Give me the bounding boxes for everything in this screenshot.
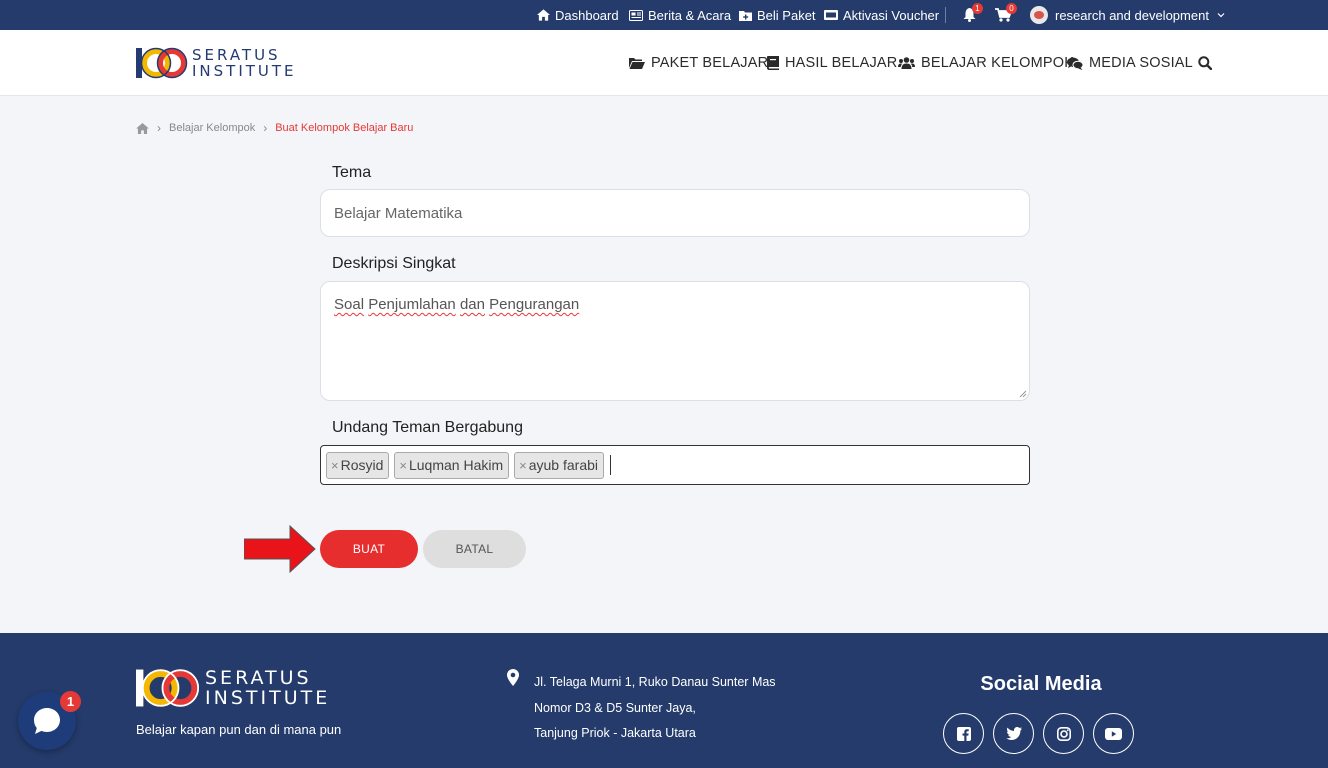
deskripsi-word: Pengurangan bbox=[489, 296, 580, 313]
home-icon bbox=[537, 9, 550, 21]
home-icon[interactable] bbox=[136, 122, 149, 134]
brand-wordmark: SERATUS INSTITUTE bbox=[192, 45, 297, 80]
user-name: research and development bbox=[1055, 7, 1209, 23]
footer-brand-line2: INSTITUTE bbox=[205, 686, 331, 709]
deskripsi-word: Soal bbox=[334, 296, 365, 313]
footer-address-line: Jl. Telaga Murni 1, Ruko Danau Sunter Ma… bbox=[534, 675, 776, 689]
topbar-dashboard-link[interactable]: Dashboard bbox=[537, 0, 619, 30]
text-caret bbox=[610, 455, 612, 475]
topbar-divider bbox=[945, 7, 946, 23]
undang-label: Undang Teman Bergabung bbox=[332, 419, 523, 436]
book-icon bbox=[767, 56, 779, 70]
brand-line2: INSTITUTE bbox=[192, 61, 297, 80]
footer-address-line: Nomor D3 & D5 Sunter Jaya, bbox=[534, 701, 696, 715]
breadcrumb-separator: › bbox=[263, 121, 268, 135]
nav-paket-belajar[interactable]: PAKET BELAJAR bbox=[629, 30, 768, 96]
topbar-dashboard-label: Dashboard bbox=[555, 7, 619, 23]
footer: SERATUS INSTITUTE Belajar kapan pun dan … bbox=[0, 633, 1328, 768]
deskripsi-word: dan bbox=[459, 296, 485, 313]
footer-brand-wordmark: SERATUS INSTITUTE bbox=[205, 666, 331, 709]
brand-line1: SERATUS bbox=[192, 45, 281, 64]
topbar-beli-paket-link[interactable]: Beli Paket bbox=[739, 0, 816, 30]
invite-tag-label: ayub farabi bbox=[528, 457, 599, 473]
top-bar: Dashboard Berita & Acara Beli Paket Akti… bbox=[0, 0, 1328, 30]
folder-plus-icon bbox=[739, 10, 752, 21]
facebook-icon bbox=[956, 726, 971, 741]
invite-tag: × ayub farabi bbox=[514, 451, 605, 479]
red-arrow-annotation-icon bbox=[244, 525, 316, 573]
folder-open-icon bbox=[629, 58, 645, 69]
breadcrumb: › Belajar Kelompok › Buat Kelompok Belaj… bbox=[136, 120, 413, 136]
social-media-title: Social Media bbox=[980, 673, 1102, 695]
invite-tag: × Luqman Hakim bbox=[394, 451, 510, 479]
youtube-link[interactable] bbox=[1093, 713, 1134, 754]
invite-friends-select[interactable]: × Rosyid × Luqman Hakim × ayub farabi bbox=[320, 445, 1030, 485]
youtube-icon bbox=[1105, 727, 1122, 740]
chat-bubble-icon bbox=[34, 708, 60, 734]
nav-media-label: MEDIA SOSIAL bbox=[1089, 55, 1193, 71]
bell-icon-wrap: 1 bbox=[963, 3, 983, 22]
tema-input[interactable] bbox=[320, 189, 1030, 237]
search-icon bbox=[1198, 56, 1212, 70]
topbar-aktivasi-link[interactable]: Aktivasi Voucher bbox=[824, 0, 939, 30]
twitter-icon bbox=[1005, 727, 1022, 740]
ticket-icon bbox=[824, 10, 838, 20]
invite-tag-label: Rosyid bbox=[340, 457, 384, 473]
breadcrumb-item-current: Buat Kelompok Belajar Baru bbox=[275, 122, 414, 134]
comments-icon bbox=[1067, 57, 1083, 70]
remove-tag-icon[interactable]: × bbox=[399, 458, 407, 473]
users-icon bbox=[898, 57, 915, 69]
topbar-aktivasi-label: Aktivasi Voucher bbox=[843, 7, 940, 23]
topbar-berita-link[interactable]: Berita & Acara bbox=[629, 0, 731, 30]
nav-kelompok-label: BELAJAR KELOMPOK bbox=[921, 55, 1075, 71]
deskripsi-word: Penjumlahan bbox=[368, 296, 456, 313]
seratus-logo-icon bbox=[136, 47, 188, 79]
footer-brand-line1: SERATUS bbox=[205, 666, 312, 689]
cart-badge: 0 bbox=[1006, 3, 1017, 14]
deskripsi-textarea[interactable]: Soal Penjumlahan dan Pengurangan bbox=[320, 281, 1030, 401]
brand-logo[interactable]: SERATUS INSTITUTE bbox=[136, 47, 297, 79]
nav-paket-label: PAKET BELAJAR bbox=[651, 55, 769, 71]
instagram-icon bbox=[1056, 726, 1071, 741]
footer-tagline: Belajar kapan pun dan di mana pun bbox=[136, 722, 342, 737]
twitter-link[interactable] bbox=[993, 713, 1034, 754]
newspaper-icon bbox=[629, 9, 643, 21]
remove-tag-icon[interactable]: × bbox=[331, 458, 339, 473]
footer-brand-logo[interactable]: SERATUS INSTITUTE bbox=[136, 668, 330, 708]
main-header: SERATUS INSTITUTE PAKET BELAJAR HASIL BE… bbox=[0, 30, 1328, 96]
remove-tag-icon[interactable]: × bbox=[519, 458, 527, 473]
chevron-down-icon bbox=[1217, 13, 1225, 18]
notification-badge: 1 bbox=[972, 3, 983, 14]
avatar bbox=[1030, 6, 1048, 24]
nav-belajar-kelompok[interactable]: BELAJAR KELOMPOK bbox=[898, 30, 1074, 96]
instagram-link[interactable] bbox=[1043, 713, 1084, 754]
topbar-berita-label: Berita & Acara bbox=[648, 7, 732, 23]
topbar-beli-paket-label: Beli Paket bbox=[757, 7, 816, 23]
breadcrumb-separator: › bbox=[157, 121, 161, 135]
resize-handle-icon[interactable] bbox=[1019, 390, 1027, 398]
invite-tag-label: Luqman Hakim bbox=[408, 457, 504, 473]
tema-label: Tema bbox=[332, 164, 372, 181]
batal-button[interactable]: BATAL bbox=[423, 530, 526, 568]
facebook-link[interactable] bbox=[943, 713, 984, 754]
nav-media-sosial[interactable]: MEDIA SOSIAL bbox=[1067, 30, 1193, 96]
footer-address-line: Tanjung Priok - Jakarta Utara bbox=[534, 726, 696, 740]
notification-button[interactable]: 1 bbox=[963, 0, 983, 30]
chat-badge: 1 bbox=[60, 691, 81, 712]
breadcrumb-item-belajar-kelompok[interactable]: Belajar Kelompok bbox=[169, 122, 255, 134]
map-marker-icon bbox=[507, 669, 519, 686]
deskripsi-label: Deskripsi Singkat bbox=[332, 255, 456, 272]
user-menu[interactable]: research and development bbox=[1030, 0, 1225, 30]
nav-hasil-label: HASIL BELAJAR bbox=[785, 55, 898, 71]
seratus-logo-icon bbox=[136, 669, 200, 707]
invite-tag: × Rosyid bbox=[326, 451, 390, 479]
nav-hasil-belajar[interactable]: HASIL BELAJAR bbox=[767, 30, 897, 96]
cart-icon-wrap: 0 bbox=[995, 3, 1017, 22]
search-button[interactable] bbox=[1198, 30, 1212, 96]
buat-button[interactable]: BUAT bbox=[320, 530, 418, 568]
cart-button[interactable]: 0 bbox=[995, 0, 1017, 30]
